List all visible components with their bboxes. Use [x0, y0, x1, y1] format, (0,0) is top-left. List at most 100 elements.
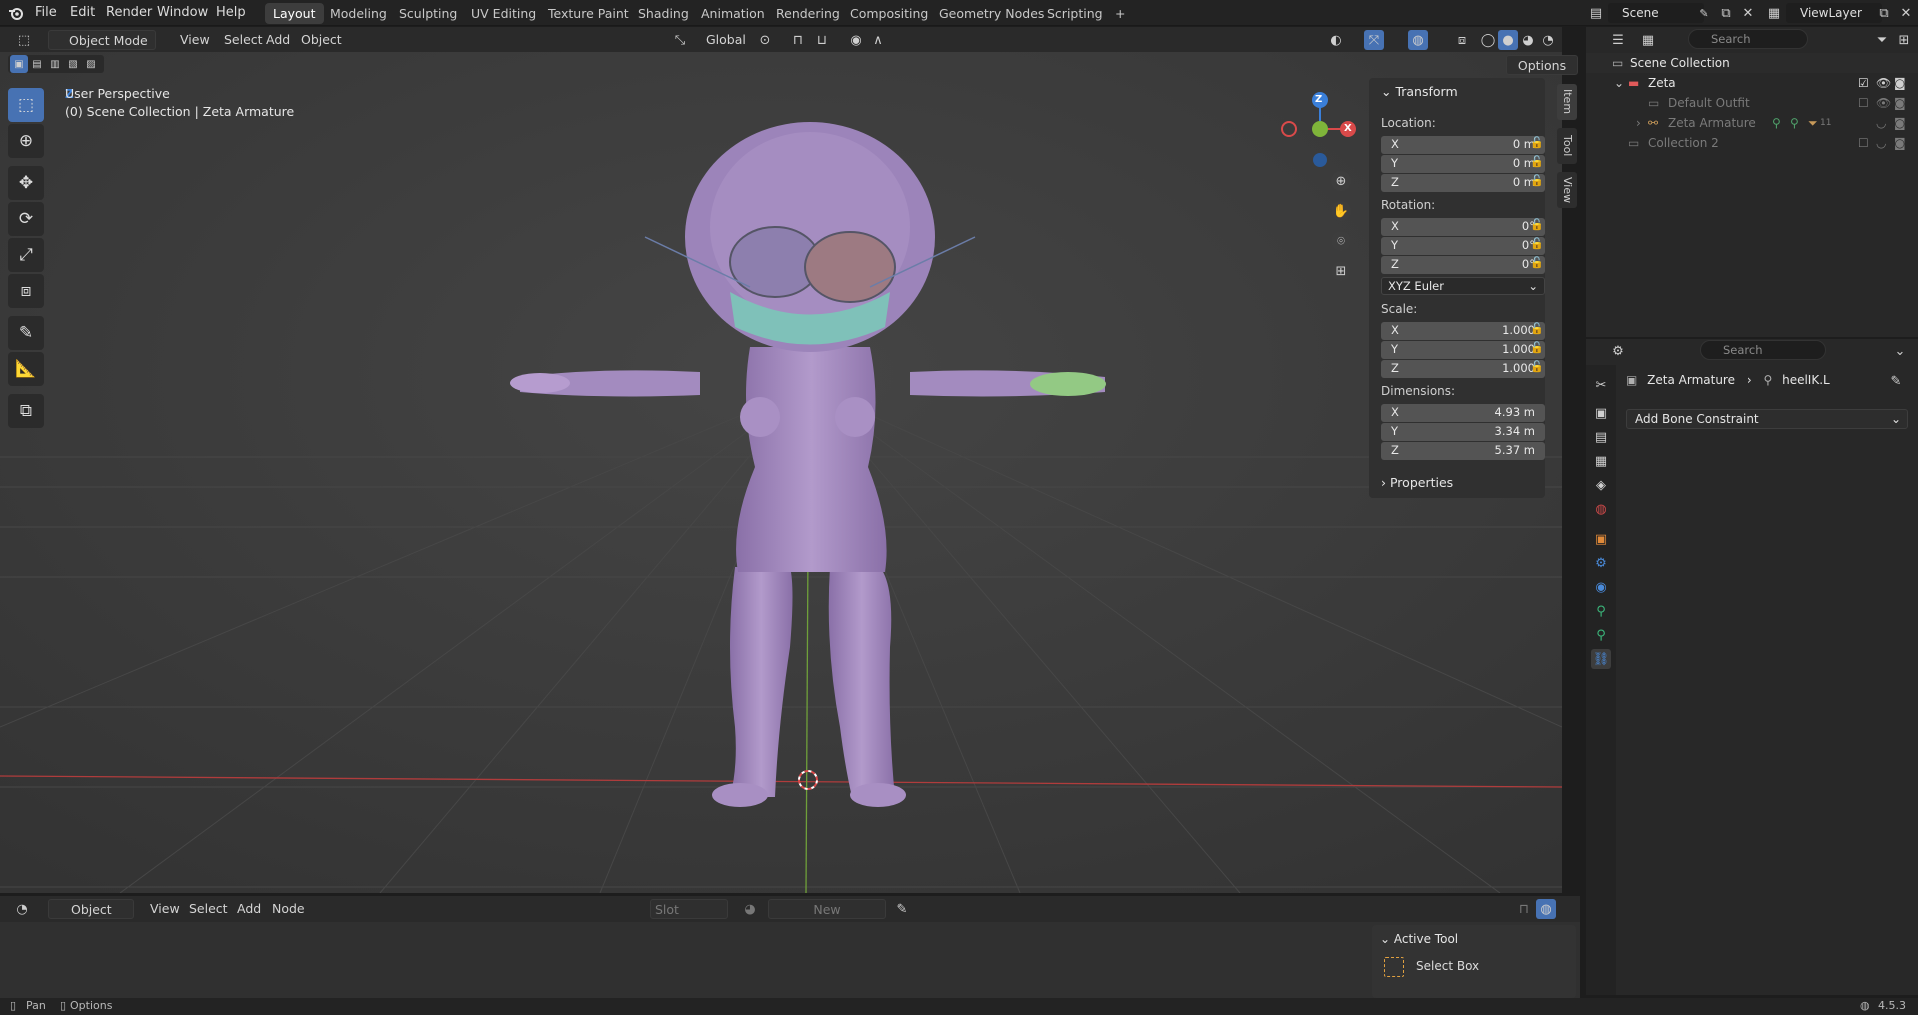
select-invert-icon[interactable]: ▧	[64, 55, 82, 73]
location-x-field[interactable]: X0 m	[1381, 136, 1545, 154]
lock-icon[interactable]: 🔓	[1530, 218, 1544, 232]
tab-uv-editing[interactable]: UV Editing	[463, 3, 544, 24]
new-view-layer-icon[interactable]: ⧉	[1874, 3, 1894, 23]
location-z-field[interactable]: Z0 m	[1381, 174, 1545, 192]
select-subtract-icon[interactable]: ▥	[46, 55, 64, 73]
lock-icon[interactable]: 🔓	[1530, 322, 1544, 336]
slot-dropdown[interactable]: Slot	[650, 899, 728, 919]
hide-icon[interactable]: ◡	[1876, 113, 1886, 133]
view-layer-tab-icon[interactable]: ▦	[1591, 451, 1611, 471]
render-tab-icon[interactable]: ▣	[1591, 403, 1611, 423]
new-collection-icon[interactable]: ⊞	[1894, 30, 1914, 50]
camera-icon[interactable]: ⌾	[1331, 231, 1351, 251]
active-tool-header[interactable]: ⌄ Active Tool	[1380, 932, 1458, 946]
lock-icon[interactable]: 🔓	[1530, 174, 1544, 188]
tab-geometry-nodes[interactable]: Geometry Nodes	[931, 3, 1052, 24]
transform-panel-header[interactable]: ⌄ Transform	[1381, 84, 1458, 99]
scene-selector[interactable]: Scene	[1608, 3, 1704, 23]
outliner-search-input[interactable]: Search	[1688, 29, 1808, 49]
view-layer-selector[interactable]: ViewLayer	[1786, 3, 1882, 23]
add-workspace-button[interactable]: +	[1107, 3, 1133, 24]
editor-type-icon[interactable]: ⬚	[14, 30, 34, 50]
wireframe-shading-icon[interactable]: ◯	[1478, 30, 1498, 50]
properties-panel-header[interactable]: › Properties	[1381, 475, 1453, 490]
material-shading-icon[interactable]: ◕	[1518, 30, 1538, 50]
menu-help[interactable]: Help	[216, 0, 246, 26]
outliner-row-scene-collection[interactable]: ▭ Scene Collection	[1586, 53, 1918, 73]
zoom-icon[interactable]: ⊕	[1331, 171, 1351, 191]
tab-tool[interactable]: Tool	[1557, 128, 1577, 164]
outliner-editor-type-icon[interactable]: ☰	[1608, 30, 1628, 50]
snap-icon[interactable]: ⊓	[788, 30, 808, 50]
menu-view[interactable]: View	[146, 899, 184, 919]
render-camera-icon[interactable]: ◙	[1894, 73, 1906, 93]
output-tab-icon[interactable]: ▤	[1591, 427, 1611, 447]
properties-search-input[interactable]: Search	[1700, 340, 1826, 360]
render-camera-icon[interactable]: ◙	[1894, 113, 1906, 133]
checkbox-checked-icon[interactable]: ☑	[1858, 73, 1869, 93]
tab-modeling[interactable]: Modeling	[322, 3, 395, 24]
menu-window[interactable]: Window	[157, 0, 208, 26]
world-tab-icon[interactable]: ◍	[1591, 499, 1611, 519]
move-tool-icon[interactable]: ✥	[8, 166, 44, 200]
mode-selector[interactable]: Object Mode	[48, 30, 156, 50]
lock-icon[interactable]: 🔓	[1530, 341, 1544, 355]
pan-hand-icon[interactable]: ✋	[1331, 201, 1351, 221]
lock-icon[interactable]: 🔓	[1530, 256, 1544, 270]
armature-data-tab-icon[interactable]: ⚲	[1591, 601, 1611, 621]
pin-icon[interactable]: ✎	[892, 899, 912, 919]
new-material-button[interactable]: New	[768, 899, 886, 919]
rotation-y-field[interactable]: Y 0°	[1381, 237, 1545, 255]
lock-icon[interactable]: 🔓	[1530, 155, 1544, 169]
properties-editor-type-icon[interactable]: ⚙	[1608, 341, 1628, 361]
annotate-tool-icon[interactable]: ✎	[8, 316, 44, 350]
options-dropdown[interactable]: Options	[1506, 55, 1578, 75]
rendered-shading-icon[interactable]: ◔	[1538, 30, 1558, 50]
menu-add[interactable]: Add	[262, 30, 294, 50]
rotation-x-field[interactable]: X 0°	[1381, 218, 1545, 236]
scale-tool-icon[interactable]: ⤢	[8, 238, 44, 272]
eye-icon[interactable]: 👁	[1876, 73, 1891, 93]
menu-add[interactable]: Add	[233, 899, 265, 919]
location-y-field[interactable]: Y0 m	[1381, 155, 1545, 173]
checkbox-empty-icon[interactable]: ☐	[1858, 93, 1869, 113]
outliner-row-collection-2[interactable]: ▭ Collection 2 ☐ ◡ ◙	[1586, 133, 1918, 153]
grid-ortho-icon[interactable]: ⊞	[1331, 261, 1351, 281]
checkbox-empty-icon[interactable]: ☐	[1858, 133, 1869, 153]
scene-icon[interactable]: ▤	[1586, 3, 1606, 23]
pivot-icon[interactable]: ⊙	[755, 30, 775, 50]
modifier-tab-icon[interactable]: ⚙	[1591, 553, 1611, 573]
select-box-tool-icon[interactable]: ⬚	[8, 88, 44, 122]
blender-logo-icon[interactable]	[8, 0, 24, 26]
dimensions-y-field[interactable]: Y 3.34 m	[1381, 423, 1545, 441]
dimensions-x-field[interactable]: X 4.93 m	[1381, 404, 1545, 422]
outliner-row-zeta-armature[interactable]: › ⚯ Zeta Armature ⚲ ⚲ ⏷ 11 ◡ ◙	[1586, 113, 1918, 133]
proportional-edit-icon[interactable]: ◉	[846, 30, 866, 50]
overlays-icon[interactable]: ◍	[1536, 899, 1556, 919]
bone-constraint-tab-icon[interactable]: ⛓	[1591, 649, 1611, 669]
tab-animation[interactable]: Animation	[693, 3, 773, 24]
menu-edit[interactable]: Edit	[70, 0, 95, 26]
editor-type-icon[interactable]: ◔	[12, 899, 32, 919]
overlays-icon[interactable]: ◍	[1408, 30, 1428, 50]
visibility-icon[interactable]: ◐	[1326, 30, 1346, 50]
view-layer-icon[interactable]: ▦	[1764, 3, 1784, 23]
delete-scene-icon[interactable]: ✕	[1738, 3, 1758, 23]
menu-file[interactable]: File	[35, 0, 57, 26]
chevron-down-icon[interactable]: ⌄	[1614, 73, 1624, 93]
snap-icon[interactable]: ⊓	[1514, 899, 1534, 919]
object-tab-icon[interactable]: ▣	[1591, 529, 1611, 549]
rotation-z-field[interactable]: Z 0°	[1381, 256, 1545, 274]
display-mode-icon[interactable]: ▦	[1638, 30, 1658, 50]
bone-tab-icon[interactable]: ⚲	[1591, 625, 1611, 645]
menu-render[interactable]: Render	[106, 0, 152, 26]
tab-scripting[interactable]: Scripting	[1039, 3, 1111, 24]
3d-viewport[interactable]: Z	[0, 27, 1562, 893]
solid-shading-icon[interactable]: ●	[1498, 30, 1518, 50]
tab-layout[interactable]: Layout	[265, 3, 324, 24]
menu-node[interactable]: Node	[268, 899, 309, 919]
tab-sculpting[interactable]: Sculpting	[391, 3, 465, 24]
falloff-icon[interactable]: ∧	[868, 30, 888, 50]
eye-icon[interactable]: 👁	[1876, 93, 1891, 113]
lock-icon[interactable]: 🔓	[1530, 360, 1544, 374]
